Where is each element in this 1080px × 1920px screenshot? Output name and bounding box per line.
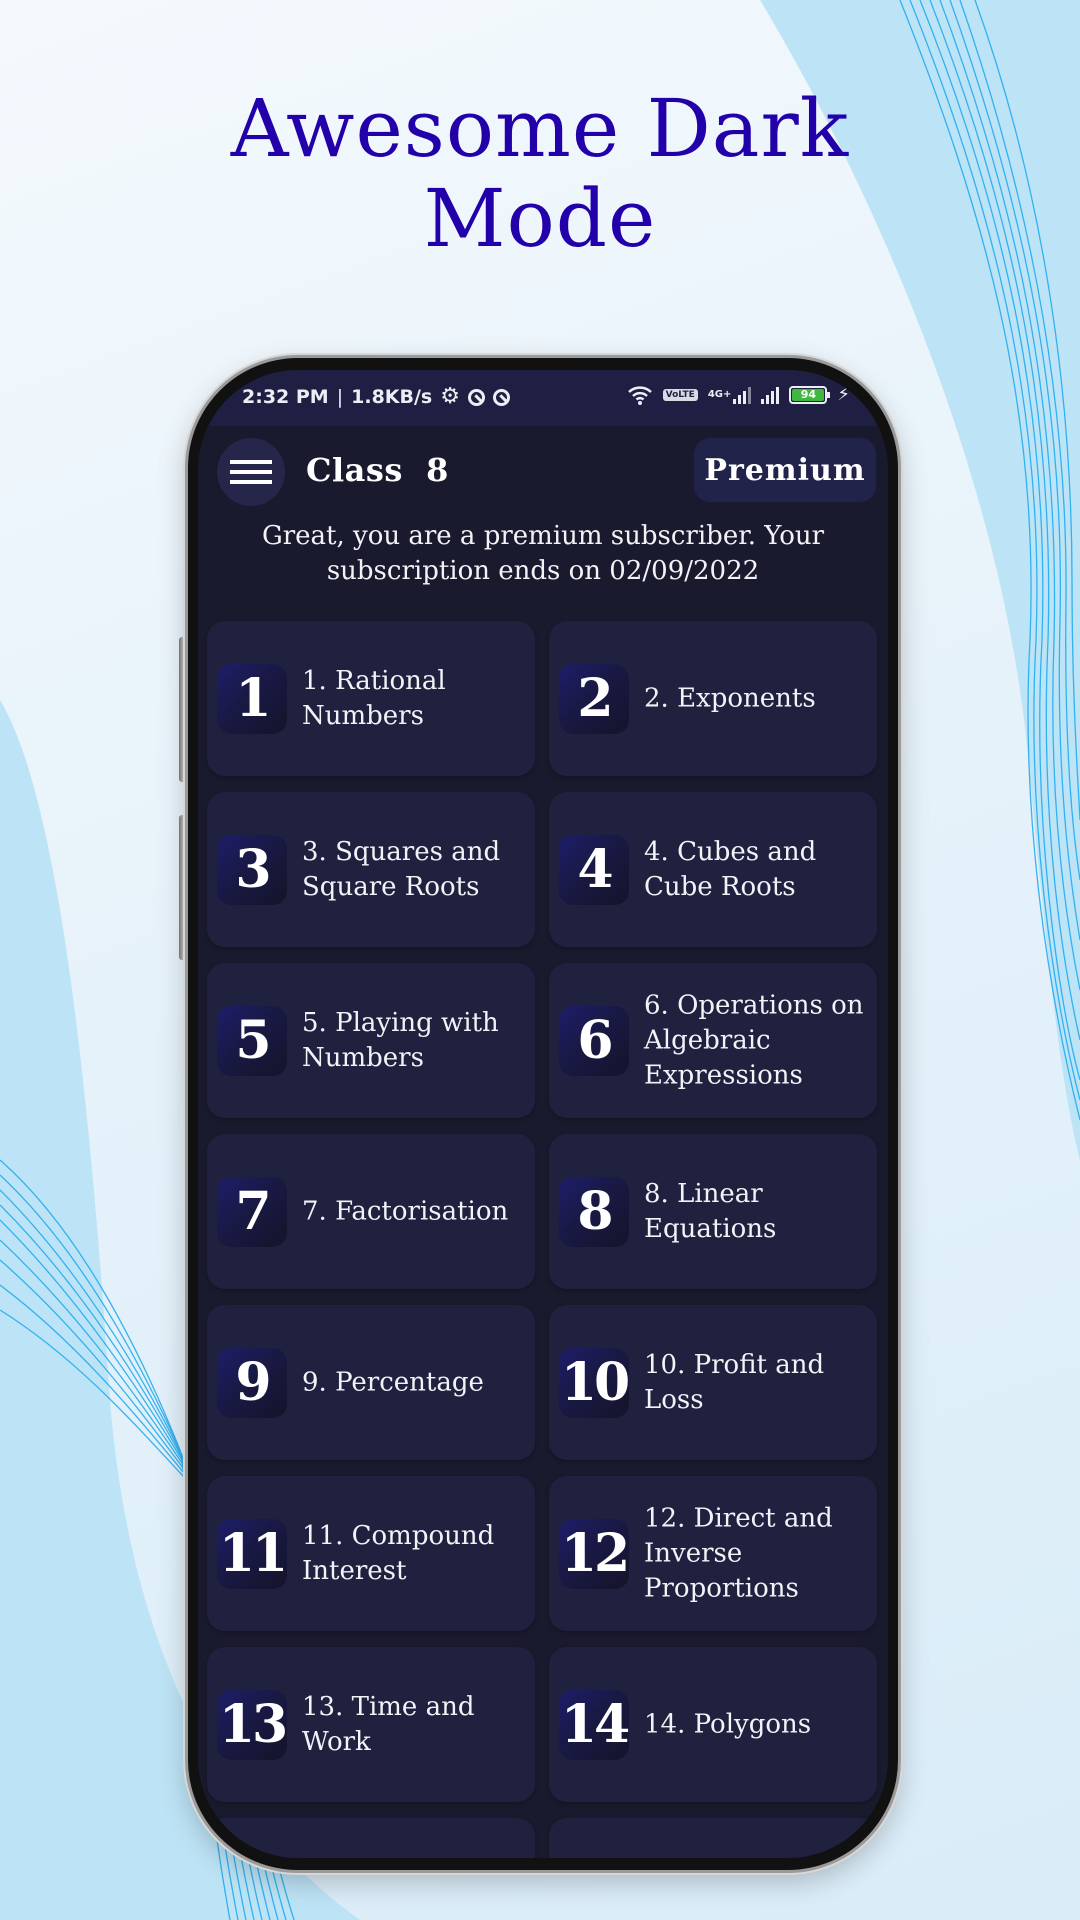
class-title: Class 8 bbox=[306, 451, 449, 489]
chapter-card[interactable]: 9 9. Percentage bbox=[207, 1305, 535, 1460]
chapter-card[interactable]: 6 6. Operations on Algebraic Expressions bbox=[549, 963, 877, 1118]
chapter-title: 9. Percentage bbox=[302, 1367, 484, 1397]
sync-icon bbox=[467, 388, 485, 406]
chapter-title: 4. Cubes and Cube Roots bbox=[644, 836, 817, 902]
chapter-number-badge: 14 bbox=[559, 1689, 630, 1760]
chapter-card[interactable]: 5 5. Playing with Numbers bbox=[207, 963, 535, 1118]
charging-icon: ⚡ bbox=[837, 384, 850, 405]
subscription-message: Great, you are a premium subscriber. You… bbox=[261, 521, 825, 586]
wifi-icon bbox=[627, 385, 653, 405]
battery-icon: 94 bbox=[789, 385, 831, 404]
chapter-title: 12. Direct and Inverse Proportions bbox=[644, 1503, 833, 1603]
volte-text-top: Vo bbox=[665, 389, 679, 400]
chapter-card[interactable]: 2 2. Exponents bbox=[549, 621, 877, 776]
status-time: 2:32 PM bbox=[242, 386, 329, 408]
chapter-number-badge: 1 bbox=[217, 663, 287, 734]
chapter-number-badge: 13 bbox=[217, 1689, 288, 1760]
chapter-card[interactable]: 8 8. Linear Equations bbox=[549, 1134, 877, 1289]
chapter-title: 2. Exponents bbox=[644, 683, 816, 713]
promo-heading-line1: Awesome Dark bbox=[230, 82, 850, 175]
chapter-number-badge: 5 bbox=[217, 1005, 287, 1076]
chapter-title: 3. Squares and Square Roots bbox=[302, 836, 501, 902]
chapter-title: 8. Linear Equations bbox=[644, 1178, 777, 1244]
promo-heading-line2: Mode bbox=[423, 172, 657, 265]
chapter-title: 13. Time and Work bbox=[302, 1691, 475, 1757]
volte-text-bottom: LTE bbox=[678, 389, 695, 400]
chapter-card-partial[interactable] bbox=[207, 1818, 535, 1858]
chapter-number-badge: 2 bbox=[559, 663, 629, 734]
chapter-card[interactable]: 12 12. Direct and Inverse Proportions bbox=[549, 1476, 877, 1631]
chapter-number-badge: 8 bbox=[559, 1176, 629, 1247]
chapter-card[interactable]: 11 11. Compound Interest bbox=[207, 1476, 535, 1631]
menu-button[interactable] bbox=[217, 438, 285, 506]
network-type: 4G+ bbox=[707, 388, 732, 400]
chapter-number-badge: 12 bbox=[559, 1518, 630, 1589]
chapter-card[interactable]: 7 7. Factorisation bbox=[207, 1134, 535, 1289]
status-network-speed: 1.8KB/s bbox=[351, 386, 433, 408]
phone-frame: 2:32 PM | 1.8KB/s ⚙ Vo LTE 4G+ 94 ⚡ Clas… bbox=[188, 358, 898, 1870]
chapter-card[interactable]: 4 4. Cubes and Cube Roots bbox=[549, 792, 877, 947]
premium-button[interactable]: Premium bbox=[694, 438, 876, 502]
volume-down-button bbox=[179, 815, 188, 960]
volte-icon: Vo LTE bbox=[662, 388, 698, 401]
chapter-number-badge: 6 bbox=[559, 1005, 629, 1076]
chapter-number-badge: 3 bbox=[217, 834, 287, 905]
chapter-title: 6. Operations on Algebraic Expressions bbox=[644, 990, 864, 1090]
promo-heading: Awesome Dark Mode bbox=[0, 84, 1080, 264]
hamburger-icon bbox=[230, 460, 272, 484]
chapter-card[interactable]: 14 14. Polygons bbox=[549, 1647, 877, 1802]
chapter-number-badge: 10 bbox=[559, 1347, 630, 1418]
phone-screen: 2:32 PM | 1.8KB/s ⚙ Vo LTE 4G+ 94 ⚡ Clas… bbox=[198, 370, 888, 1858]
chapter-title: 1. Rational Numbers bbox=[302, 665, 446, 731]
status-bar: 2:32 PM | 1.8KB/s ⚙ Vo LTE 4G+ 94 ⚡ bbox=[198, 370, 888, 426]
chapter-number-badge: 9 bbox=[217, 1347, 287, 1418]
chapter-title: 14. Polygons bbox=[644, 1709, 812, 1739]
gear-icon: ⚙ bbox=[440, 384, 460, 409]
chapter-card[interactable]: 13 13. Time and Work bbox=[207, 1647, 535, 1802]
chapter-title: 5. Playing with Numbers bbox=[302, 1007, 499, 1073]
volume-up-button bbox=[179, 637, 188, 782]
chapter-number-badge: 11 bbox=[217, 1518, 288, 1589]
app-bar: Class 8 Premium bbox=[198, 426, 888, 512]
status-separator: | bbox=[336, 386, 344, 408]
chapter-title: 11. Compound Interest bbox=[302, 1520, 495, 1586]
chapter-card[interactable]: 3 3. Squares and Square Roots bbox=[207, 792, 535, 947]
chapter-grid: 1 1. Rational Numbers 2 2. Exponents 3 3. Squ… bbox=[207, 621, 879, 1858]
chapter-title: 7. Factorisation bbox=[302, 1196, 509, 1226]
chapter-card[interactable]: 1 1. Rational Numbers bbox=[207, 621, 535, 776]
chapter-title: 10. Profit and Loss bbox=[644, 1349, 825, 1415]
signal-4g-icon: 4G+ bbox=[708, 386, 752, 404]
chapter-number-badge: 7 bbox=[217, 1176, 287, 1247]
battery-level: 94 bbox=[792, 388, 825, 401]
sync-icon bbox=[492, 388, 510, 406]
signal-icon bbox=[761, 386, 780, 404]
chapter-card[interactable]: 10 10. Profit and Loss bbox=[549, 1305, 877, 1460]
chapter-number-badge: 4 bbox=[559, 834, 629, 905]
chapter-card-partial[interactable] bbox=[549, 1818, 877, 1858]
